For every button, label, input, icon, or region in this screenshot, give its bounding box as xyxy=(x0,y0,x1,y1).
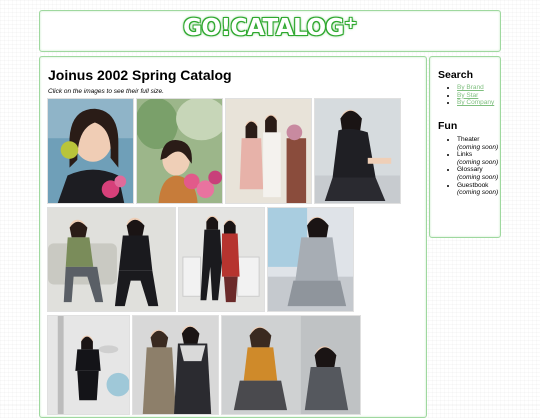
photo-image xyxy=(48,99,133,203)
coming-soon-note: (coming soon) xyxy=(457,173,499,181)
coming-soon-note: (coming soon) xyxy=(457,158,499,166)
search-by-company-link[interactable]: By Company xyxy=(457,99,494,106)
catalog-photo-8[interactable] xyxy=(47,315,130,415)
photo-image xyxy=(179,208,264,311)
photo-image xyxy=(137,99,222,203)
photo-image xyxy=(48,316,129,414)
instructions-text: Click on the images to see their full si… xyxy=(48,88,164,95)
photo-image xyxy=(48,208,175,311)
catalog-photo-10[interactable] xyxy=(221,315,361,415)
fun-item-theater: Theater (coming soon) xyxy=(457,136,498,151)
search-links: By Brand By Star By Company xyxy=(438,84,494,107)
catalog-photo-1[interactable] xyxy=(47,98,134,204)
fun-item-label: Theater xyxy=(457,136,480,143)
fun-item-glossary: Glossary (coming soon) xyxy=(457,166,498,181)
sidebar: Search By Brand By Star By Company Fun T… xyxy=(429,56,501,238)
search-by-brand-link[interactable]: By Brand xyxy=(457,84,484,91)
logo-plus: + xyxy=(343,13,357,32)
fun-list: Theater (coming soon) Links (coming soon… xyxy=(438,136,498,197)
fun-item-label: Guestbook xyxy=(457,181,489,189)
fun-item-links: Links (coming soon) xyxy=(457,151,498,166)
photo-image xyxy=(315,99,400,203)
header-banner: GO!CATALOG+ xyxy=(39,10,501,52)
catalog-photo-7[interactable] xyxy=(267,207,354,312)
photo-image xyxy=(222,316,360,414)
catalog-photo-2[interactable] xyxy=(136,98,223,204)
photo-image xyxy=(226,99,311,203)
search-link-item: By Brand xyxy=(457,84,494,92)
catalog-photo-5[interactable] xyxy=(47,207,176,312)
main-panel: Joinus 2002 Spring Catalog Click on the … xyxy=(39,56,427,418)
photo-image xyxy=(268,208,353,311)
fun-item-guestbook: Guestbook (coming soon) xyxy=(457,182,498,197)
fun-item-label: Links xyxy=(457,151,473,159)
coming-soon-note: (coming soon) xyxy=(457,143,499,151)
search-heading: Search xyxy=(438,69,474,81)
catalog-photo-4[interactable] xyxy=(314,98,401,204)
fun-item-label: Glossary xyxy=(457,166,483,174)
search-by-star-link[interactable]: By Star xyxy=(457,92,478,99)
catalog-photo-9[interactable] xyxy=(132,315,219,415)
search-link-item: By Star xyxy=(457,92,494,100)
catalog-photo-3[interactable] xyxy=(225,98,312,204)
site-logo[interactable]: GO!CATALOG+ xyxy=(40,13,500,41)
page-title: Joinus 2002 Spring Catalog xyxy=(48,67,232,83)
search-link-item: By Company xyxy=(457,99,494,107)
photo-image xyxy=(133,316,218,414)
logo-text[interactable]: GO!CATALOG xyxy=(183,15,344,41)
fun-heading: Fun xyxy=(438,120,458,132)
catalog-photo-6[interactable] xyxy=(178,207,265,312)
coming-soon-note: (coming soon) xyxy=(457,189,499,197)
